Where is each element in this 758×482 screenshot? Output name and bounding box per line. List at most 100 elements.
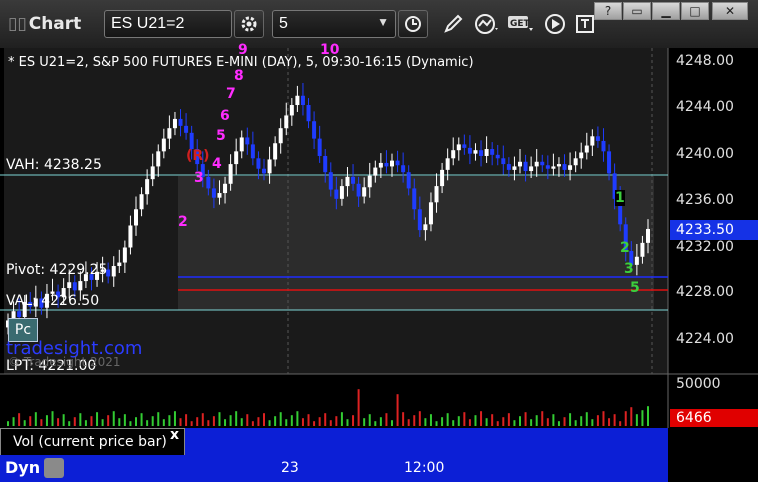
volume-bar [162, 419, 165, 426]
candle-body [562, 164, 567, 170]
candle-body [234, 151, 239, 165]
volume-bar [190, 421, 193, 426]
symbol-settings-gear-icon[interactable] [234, 10, 264, 38]
volume-bar [379, 417, 382, 426]
price-tick-4: 4232.00 [676, 239, 734, 255]
get-data-icon[interactable]: GET [506, 10, 536, 38]
symbol-value: ES U21=2 [111, 15, 185, 32]
volume-study-tab[interactable]: Vol (current price bar) [0, 428, 185, 455]
window-title[interactable]: ▯▯ Chart [8, 14, 81, 34]
candle-body [17, 311, 22, 317]
candle-body [595, 136, 600, 141]
candle-body [384, 162, 389, 167]
candle-body [206, 176, 211, 189]
chart-area[interactable]: * ES U21=2, S&P 500 FUTURES E-MINI (DAY)… [0, 42, 758, 482]
volume-bar [374, 421, 377, 426]
lock-icon[interactable] [44, 458, 64, 478]
volume-bar [251, 421, 254, 426]
val-label: VAL: 4226.50 [6, 293, 100, 309]
restore-icon: ▭ [631, 4, 643, 18]
symbol-combo[interactable]: ES U21=2 [104, 10, 232, 38]
help-button[interactable]: ? [594, 2, 622, 20]
volume-bar [246, 414, 249, 426]
candle-body [289, 105, 294, 116]
maximize-button[interactable]: □ [681, 2, 709, 20]
volume-bar [146, 420, 149, 426]
time-axis-bar: Dyn 23 12:00 [0, 455, 758, 482]
volume-bar [413, 415, 416, 426]
volume-tab-close-icon[interactable]: x [170, 427, 179, 443]
candle-body [228, 164, 233, 184]
volume-bar [7, 421, 9, 426]
candle-body [417, 209, 422, 231]
volume-bar [218, 412, 221, 426]
restore-button[interactable]: ▭ [623, 2, 651, 20]
candle-body [506, 164, 511, 170]
volume-bar [585, 412, 588, 426]
wave-label: 2 [178, 214, 188, 230]
volume-bar [647, 406, 649, 426]
wave-label: 8 [234, 68, 244, 84]
dyn-label: Dyn [5, 458, 41, 477]
candle-body [189, 132, 194, 150]
interval-combo[interactable]: 5 ▼ [272, 10, 396, 38]
volume-bar [224, 419, 227, 426]
dyn-box[interactable]: Dyn [0, 455, 46, 482]
time-tick-0: 23 [281, 460, 299, 476]
volume-bar [68, 421, 71, 426]
volume-bar [346, 419, 349, 426]
candle-body [111, 266, 116, 277]
volume-bar [485, 418, 488, 426]
candle-body [456, 144, 461, 151]
candle-body [211, 188, 216, 198]
wave-label: 1 [615, 190, 625, 206]
volume-bar [619, 421, 622, 426]
candle-body [556, 164, 561, 167]
volume-bar [363, 418, 366, 426]
studies-chart-icon[interactable] [472, 10, 502, 38]
candle-body [534, 161, 539, 167]
volume-bar [274, 416, 277, 426]
candle-body [334, 189, 339, 199]
candle-body [401, 165, 406, 173]
candle-body [367, 175, 372, 188]
volume-bar [480, 411, 483, 426]
candle-body [529, 166, 534, 172]
play-icon[interactable] [540, 10, 570, 38]
wave-label: 4 [212, 156, 222, 172]
candle-body [262, 168, 266, 174]
close-button[interactable]: ✕ [712, 2, 748, 20]
candle-body [467, 147, 472, 154]
candle-body [406, 172, 411, 189]
volume-bar [441, 417, 444, 426]
volume-bar [101, 419, 104, 426]
candle-body [273, 143, 278, 160]
candle-body [462, 144, 467, 148]
volume-bar [340, 412, 343, 426]
volume-bar [307, 414, 310, 426]
draw-pencil-icon[interactable] [438, 10, 468, 38]
volume-bar [507, 413, 510, 426]
volume-bar [23, 420, 26, 426]
candle-body [473, 150, 478, 154]
candle-body [245, 137, 250, 145]
candle-body [601, 140, 606, 152]
time-settings-clock-icon[interactable] [398, 10, 428, 38]
volume-bar [596, 415, 599, 426]
candle-body [284, 115, 289, 129]
candle-body [339, 186, 344, 199]
volume-bar [229, 415, 232, 426]
volume-bar [129, 421, 132, 426]
wave-label: 3 [194, 170, 204, 186]
interval-value: 5 [279, 15, 288, 32]
volume-bar [84, 420, 87, 426]
candle-body [378, 162, 383, 168]
candle-body [134, 209, 138, 226]
drag-grip-icon[interactable]: ▯▯ [8, 14, 27, 34]
price-tick-1: 4244.00 [676, 99, 734, 115]
volume-bar [34, 412, 37, 426]
volume-bar [90, 416, 93, 426]
volume-bar [435, 421, 438, 426]
minimize-button[interactable]: ▁ [652, 2, 680, 20]
candle-body [373, 167, 378, 176]
